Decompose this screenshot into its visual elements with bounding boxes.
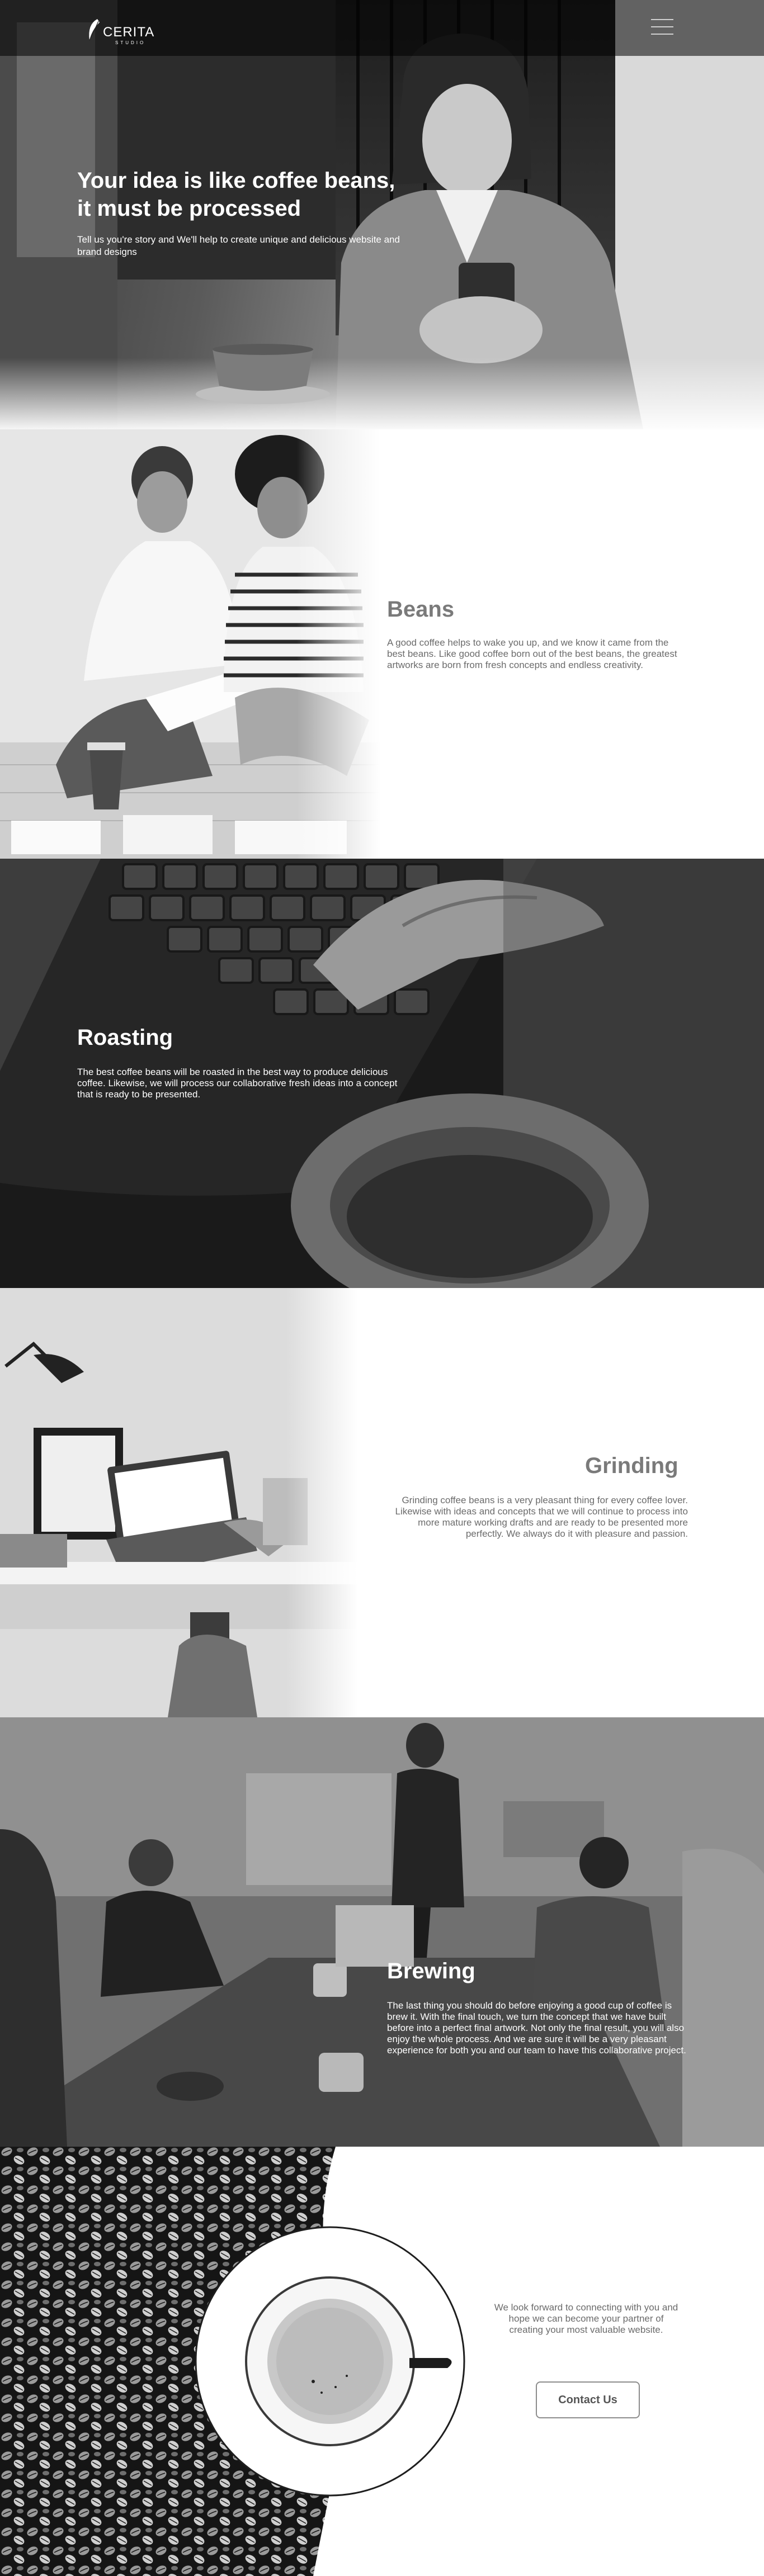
roasting-title: Roasting	[77, 1025, 173, 1050]
hamburger-menu-icon[interactable]	[649, 16, 676, 38]
contact-us-button[interactable]: Contact Us	[536, 2381, 640, 2418]
hero-title: Your idea is like coffee beans, it must …	[77, 167, 435, 222]
brewing-photo-team-meeting	[0, 1717, 764, 2147]
brewing-title: Brewing	[387, 1959, 475, 1983]
coffee-leaf-logo-icon	[89, 19, 100, 41]
roasting-section: Roasting The best coffee beans will be r…	[0, 859, 764, 1288]
hero-section: CERITA STUDIO Your idea is like coffee b…	[0, 0, 764, 429]
grinding-section: Grinding Grinding coffee beans is a very…	[0, 1288, 764, 1717]
grinding-photo-desk-with-laptop	[0, 1288, 358, 1717]
beans-photo-couple-with-papers	[0, 429, 380, 859]
brand-logo[interactable]: CERITA STUDIO	[78, 11, 157, 45]
brewing-section: Brewing The last thing you should do bef…	[0, 1717, 764, 2147]
contact-photo-coffee-cup-on-beans	[0, 2147, 465, 2576]
hero-title-line1: Your idea is like coffee beans,	[77, 168, 395, 193]
roasting-body: The best coffee beans will be roasted in…	[77, 1067, 398, 1100]
hero-title-line2: it must be processed	[77, 196, 301, 221]
contact-body: We look forward to connecting with you a…	[494, 2302, 678, 2335]
contact-section: We look forward to connecting with you a…	[0, 2147, 764, 2576]
brand-tagline: STUDIO	[115, 40, 146, 45]
grinding-title: Grinding	[585, 1453, 678, 1478]
beans-body: A good coffee helps to wake you up, and …	[387, 637, 677, 670]
hero-subtitle: Tell us you're story and We'll help to c…	[77, 234, 400, 257]
grinding-body: Grinding coffee beans is a very pleasant…	[395, 1495, 688, 1539]
brand-name: CERITA	[103, 25, 155, 40]
brewing-body: The last thing you should do before enjo…	[387, 2000, 686, 2056]
beans-section: Beans A good coffee helps to wake you up…	[0, 429, 764, 859]
beans-title: Beans	[387, 597, 455, 622]
top-navigation-bar: CERITA STUDIO	[0, 0, 764, 56]
